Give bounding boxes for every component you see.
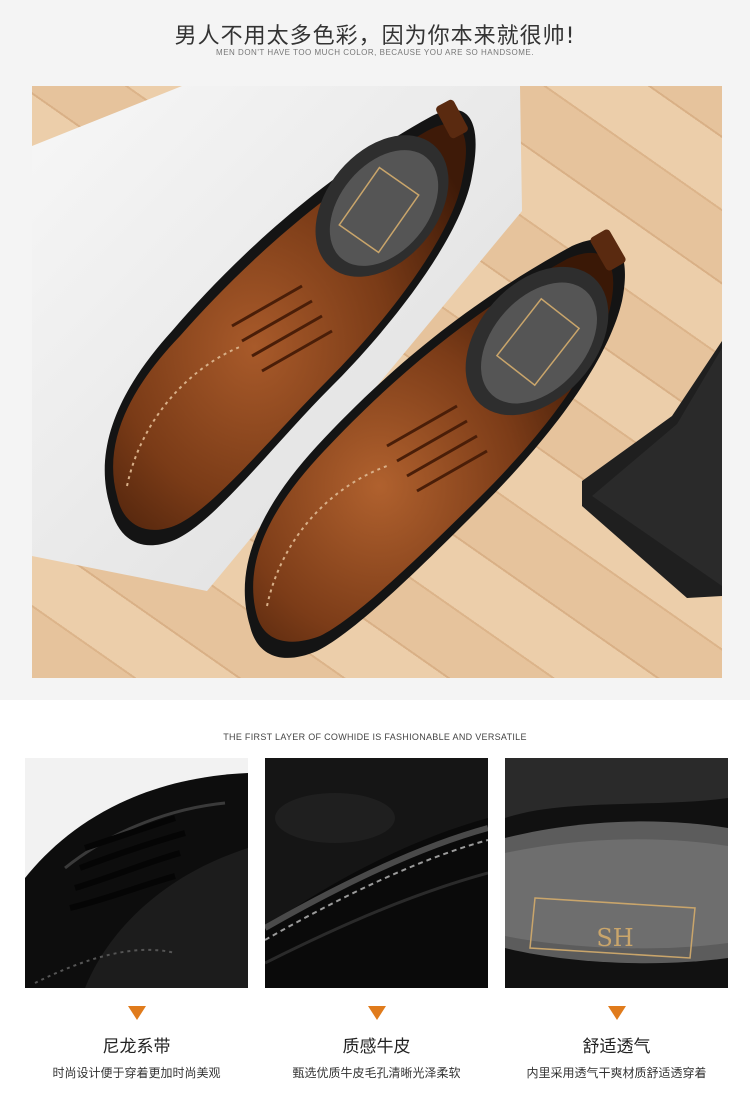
- feature-photo-leather: [265, 758, 488, 988]
- feature-desc: 甄选优质牛皮毛孔清晰光泽柔软: [292, 1066, 461, 1080]
- feature-title: 质感牛皮: [342, 1037, 411, 1057]
- insole-brand-text: SH: [596, 924, 633, 952]
- shoes-illustration: [32, 86, 722, 658]
- hero-product-image: [32, 86, 722, 678]
- feature-list: 尼龙系带 时尚设计便于穿着更加时尚美观 质感牛皮 甄选优质牛皮毛孔清晰光泽柔软: [25, 758, 728, 1098]
- page-subtitle: MEN DON'T HAVE TOO MUCH COLOR, BECAUSE Y…: [216, 48, 534, 57]
- feature-photo-laces: [25, 758, 248, 988]
- down-arrow-icon: [607, 1006, 626, 1020]
- feature-photo-insole: SH: [505, 758, 728, 988]
- page-title: 男人不用太多色彩，因为你本来就很帅!: [174, 24, 576, 49]
- feature-title: 舒适透气: [582, 1037, 651, 1057]
- feature-item-laces: 尼龙系带 时尚设计便于穿着更加时尚美观: [25, 758, 248, 1098]
- feature-title: 尼龙系带: [102, 1037, 171, 1057]
- feature-desc: 内里采用透气干爽材质舒适透穿着: [526, 1066, 707, 1080]
- feature-desc: 时尚设计便于穿着更加时尚美观: [52, 1066, 221, 1080]
- feature-item-leather: 质感牛皮 甄选优质牛皮毛孔清晰光泽柔软: [265, 758, 488, 1098]
- section-caption: THE FIRST LAYER OF COWHIDE IS FASHIONABL…: [223, 732, 527, 742]
- feature-item-insole: SH 舒适透气 内里采用透气干爽材质舒适透穿着: [505, 758, 728, 1098]
- down-arrow-icon: [127, 1006, 146, 1020]
- down-arrow-icon: [367, 1006, 386, 1020]
